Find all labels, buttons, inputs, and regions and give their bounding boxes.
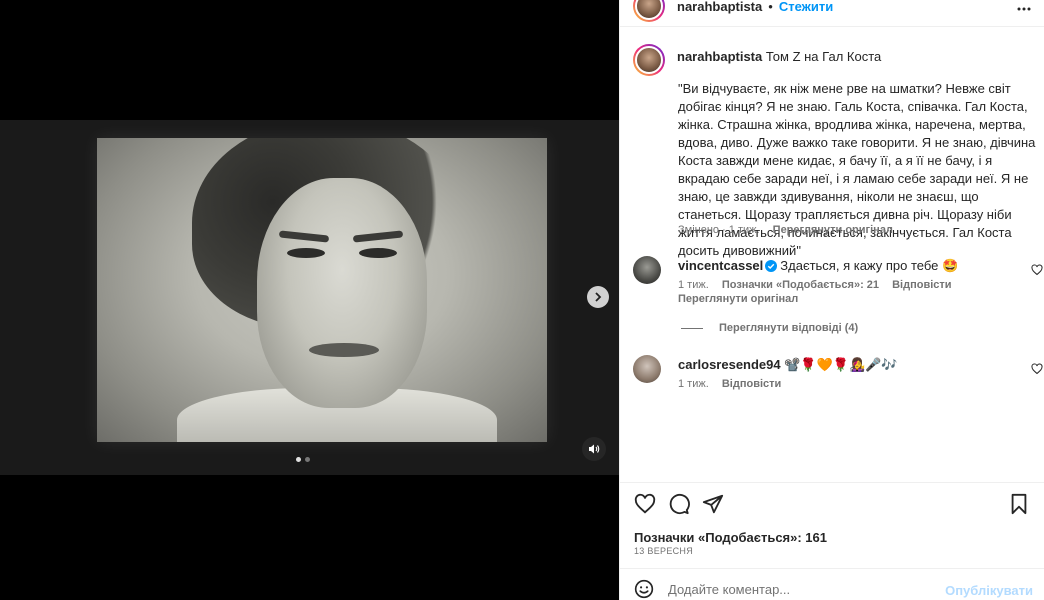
video-still-image xyxy=(97,138,547,442)
follow-button[interactable]: Стежити xyxy=(779,0,833,14)
header-separator: • xyxy=(768,0,773,14)
comment-text: 📽️🌹🧡🌹👩‍🎤🎤🎶 xyxy=(784,357,898,372)
post-date: 13 ВЕРЕСНЯ xyxy=(634,546,694,556)
comment-time: 1 тиж. xyxy=(678,378,709,390)
more-horizontal-icon[interactable] xyxy=(1017,2,1031,16)
post-likes-count[interactable]: Позначки «Подобається»: 161 xyxy=(634,530,827,545)
speaker-icon xyxy=(589,444,600,454)
header-username[interactable]: narahbaptista xyxy=(677,0,762,14)
comment-input[interactable] xyxy=(668,582,948,597)
heart-icon[interactable] xyxy=(1031,264,1043,276)
emoji-smile-icon[interactable] xyxy=(634,579,654,599)
publish-button[interactable]: Опублікувати xyxy=(945,583,1033,598)
chevron-right-icon xyxy=(595,292,602,302)
caption-title: Том Z на Гал Коста xyxy=(765,49,882,64)
comment-username[interactable]: vincentcassel xyxy=(678,258,763,273)
avatar[interactable] xyxy=(633,355,661,383)
caption-meta: Змінено · 1 тиж. Переглянути оригінал xyxy=(678,224,893,236)
post-media[interactable] xyxy=(0,0,619,600)
carousel-indicator xyxy=(296,457,310,462)
verified-badge-icon xyxy=(765,260,778,272)
view-replies-button[interactable]: Переглянути відповіді (4) xyxy=(681,322,858,334)
caption-avatar[interactable] xyxy=(633,44,665,76)
add-comment-bar: Опублікувати xyxy=(620,570,1044,600)
comment-time: 1 тиж. xyxy=(678,279,709,291)
carousel-dot-active xyxy=(296,457,301,462)
see-original-link[interactable]: Переглянути оригінал xyxy=(678,293,798,305)
post-header: narahbaptista • Стежити xyxy=(620,0,1044,26)
post-actions xyxy=(634,493,1034,517)
post-details-panel: narahbaptista • Стежити narahbaptista То… xyxy=(619,0,1044,600)
heart-icon[interactable] xyxy=(1031,363,1043,375)
caption-edited-time: Змінено · 1 тиж. xyxy=(678,224,760,236)
comment-username[interactable]: carlosresende94 xyxy=(678,357,781,372)
comment-bubble-icon[interactable] xyxy=(668,493,690,515)
avatar[interactable] xyxy=(633,256,661,284)
comment-likes-link[interactable]: Позначки «Подобається»: 21 xyxy=(722,279,879,291)
caption-username[interactable]: narahbaptista xyxy=(677,49,762,64)
sound-toggle-button[interactable] xyxy=(582,437,606,461)
next-slide-button[interactable] xyxy=(587,286,609,308)
avatar[interactable] xyxy=(633,0,665,22)
comment-text: Здається, я кажу про тебе 🤩 xyxy=(780,258,959,273)
heart-icon[interactable] xyxy=(634,493,656,515)
see-original-link[interactable]: Переглянути оригінал xyxy=(773,224,893,236)
paper-plane-icon[interactable] xyxy=(702,493,724,515)
bookmark-icon[interactable] xyxy=(1008,493,1030,515)
reply-button[interactable]: Відповісти xyxy=(892,279,951,291)
reply-button[interactable]: Відповісти xyxy=(722,378,781,390)
carousel-dot xyxy=(305,457,310,462)
